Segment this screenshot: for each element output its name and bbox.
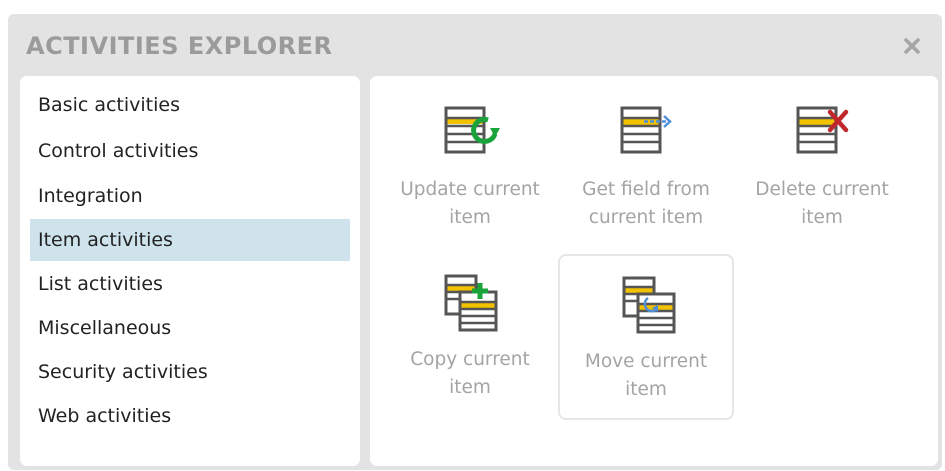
category-item-basic-activities[interactable]: Basic activities: [30, 84, 350, 126]
get-field-icon: [620, 106, 672, 154]
category-item-integration[interactable]: Integration: [30, 175, 350, 217]
activity-tile-get-field-from-current-item[interactable]: Get field from current item: [558, 84, 734, 250]
activity-tile-copy-current-item[interactable]: Copy current item: [382, 254, 558, 420]
close-button[interactable]: [898, 32, 926, 60]
category-item-web-activities[interactable]: Web activities: [30, 395, 350, 437]
category-item-miscellaneous[interactable]: Miscellaneous: [30, 307, 350, 349]
category-item-control-activities[interactable]: Control activities: [30, 130, 350, 172]
copy-item-icon: [444, 274, 498, 332]
category-label: Item activities: [38, 229, 173, 251]
category-label: Control activities: [38, 140, 199, 162]
update-item-icon: [444, 106, 500, 154]
activity-label: Copy current item: [410, 349, 530, 398]
activity-tile-move-current-item[interactable]: Move current item: [558, 254, 734, 420]
category-list: Basic activities Control activities Inte…: [20, 76, 360, 466]
activity-label: Delete current item: [755, 179, 889, 228]
category-item-item-activities[interactable]: Item activities: [30, 219, 350, 261]
activity-label: Get field from current item: [582, 179, 710, 228]
category-item-list-activities[interactable]: List activities: [30, 263, 350, 305]
category-label: Basic activities: [38, 94, 180, 116]
activity-tile-update-current-item[interactable]: Update current item: [382, 84, 558, 250]
activity-grid: Update current item Get field from curre…: [370, 76, 938, 466]
category-label: Integration: [38, 185, 143, 207]
category-label: Miscellaneous: [38, 317, 172, 339]
activity-label: Move current item: [584, 351, 708, 400]
window-title: ACTIVITIES EXPLORER: [26, 32, 333, 60]
delete-item-icon: [796, 106, 849, 154]
activities-explorer-window: ACTIVITIES EXPLORER Basic activities Con…: [8, 14, 942, 470]
category-label: Security activities: [38, 361, 208, 383]
move-item-icon: [622, 276, 676, 334]
category-label: Web activities: [38, 405, 172, 427]
close-icon: [904, 38, 920, 54]
category-label: List activities: [38, 273, 163, 295]
category-item-security-activities[interactable]: Security activities: [30, 351, 350, 393]
activity-label: Update current item: [400, 179, 540, 228]
activity-tile-delete-current-item[interactable]: Delete current item: [734, 84, 910, 250]
